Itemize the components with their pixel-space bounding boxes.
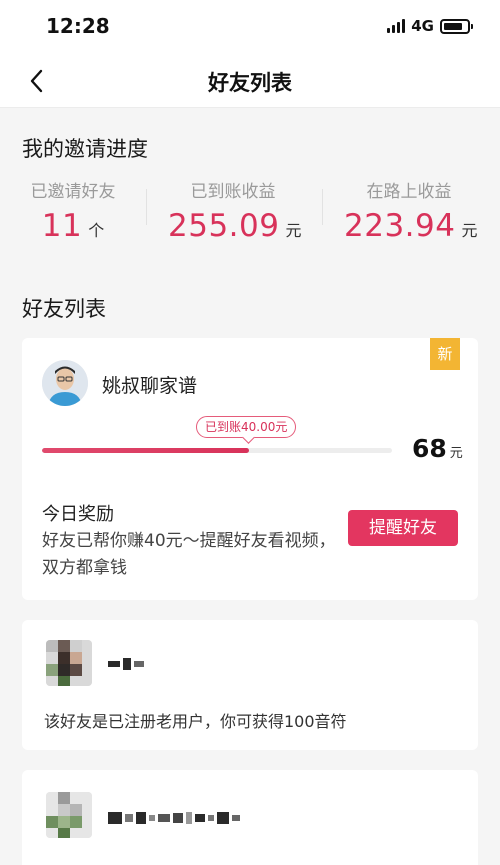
invite-progress-title: 我的邀请进度: [22, 137, 148, 161]
stat-unit: 元: [461, 221, 478, 240]
stat-divider: [322, 189, 323, 225]
friend-card[interactable]: 新 姚叔聊家谱 已到账40.00元 68 元 今日奖励 好友已帮你赚40元～提醒好…: [22, 338, 478, 600]
friend-card[interactable]: 该好友是已注册老用户，你可获得100音符: [22, 620, 478, 750]
stat-divider: [146, 189, 147, 225]
status-time: 12:28: [46, 14, 110, 38]
stat-value: 223.94: [344, 208, 456, 244]
credited-bubble: 已到账40.00元: [196, 416, 297, 438]
avatar[interactable]: [42, 360, 88, 406]
friend-status-text: 该好友是已注册老用户，你可获得100音符: [44, 712, 347, 731]
invite-progress-section: 我的邀请进度 已邀请好友 11 个 已到账收益 255.09 元 在路上收益 223…: [0, 109, 500, 269]
stat-value: 255.09: [168, 208, 280, 244]
signal-icon: [387, 19, 406, 33]
reward-value: 68: [412, 434, 447, 463]
today-reward-label: 今日奖励: [42, 504, 114, 525]
reward-progress-bar: [42, 448, 392, 453]
stat-value: 11: [41, 208, 83, 244]
status-icons: 4G: [387, 17, 473, 35]
reward-amount: 68 元: [412, 434, 463, 463]
new-badge: 新: [430, 338, 460, 370]
remind-friend-button[interactable]: 提醒好友: [348, 510, 458, 546]
reward-unit: 元: [449, 446, 463, 461]
network-type: 4G: [411, 17, 434, 35]
stat-pending-earnings: 在路上收益 223.94 元: [344, 177, 478, 244]
friend-card[interactable]: [22, 770, 478, 865]
friend-name-obscured: [108, 812, 240, 824]
stat-unit: 个: [88, 221, 105, 240]
friend-list-header: 好友列表: [0, 269, 500, 335]
status-bar: 12:28 4G: [0, 0, 500, 54]
battery-icon: [440, 18, 473, 34]
stat-label: 已到账收益: [190, 182, 276, 202]
avatar[interactable]: [46, 792, 92, 838]
friend-list-title: 好友列表: [22, 297, 106, 321]
stat-invited-friends: 已邀请好友 11 个: [18, 177, 128, 244]
avatar[interactable]: [46, 640, 92, 686]
friend-name: 姚叔聊家谱: [102, 375, 198, 397]
stat-label: 已邀请好友: [30, 182, 116, 202]
invite-stats: 已邀请好友 11 个 已到账收益 255.09 元 在路上收益 223.94 元: [0, 177, 500, 247]
reward-progress-fill: [42, 448, 249, 453]
page-title: 好友列表: [208, 71, 292, 95]
stat-unit: 元: [285, 221, 302, 240]
today-reward-desc: 好友已帮你赚40元～提醒好友看视频，双方都拿钱: [42, 531, 336, 578]
stat-credited-earnings: 已到账收益 255.09 元: [168, 177, 302, 244]
friend-name-obscured: [108, 658, 144, 670]
stat-label: 在路上收益: [366, 182, 452, 202]
nav-bar: 好友列表: [0, 54, 500, 108]
